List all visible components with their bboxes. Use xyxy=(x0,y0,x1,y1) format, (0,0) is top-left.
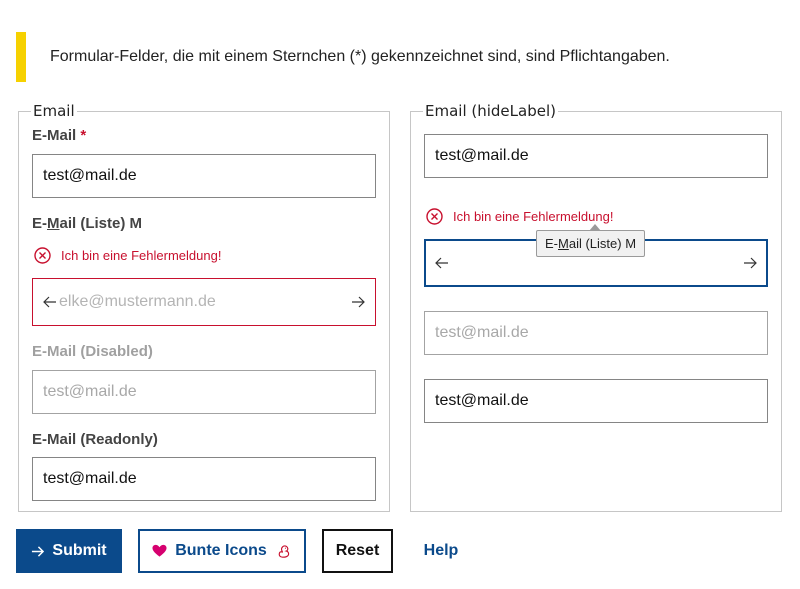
error-circle-icon xyxy=(426,208,443,225)
squirrel-icon xyxy=(278,544,289,558)
arrow-right-icon xyxy=(32,545,45,557)
email-disabled-label: E-Mail (Disabled) xyxy=(32,343,153,360)
email-disabled-input: test@mail.de xyxy=(32,370,376,414)
email-fieldset-legend: Email xyxy=(33,102,75,120)
email-list-error: Ich bin eine Fehlermeldung! xyxy=(34,247,221,264)
shortcut-key: M xyxy=(625,236,637,251)
notice-text: Formular-Felder, die mit einem Sternchen… xyxy=(50,48,670,65)
email-hidelabel-disabled-input: test@mail.de xyxy=(424,311,768,355)
email-hidelabel-legend: Email (hideLabel) xyxy=(425,102,556,120)
email-hidelabel-error: Ich bin eine Fehlermeldung! xyxy=(426,208,613,225)
reset-button[interactable]: Reset xyxy=(322,529,393,573)
arrow-right-icon[interactable] xyxy=(351,295,365,309)
arrow-left-icon[interactable] xyxy=(435,256,449,270)
arrow-right-icon[interactable] xyxy=(743,256,757,270)
email-readonly-input[interactable]: test@mail.de xyxy=(32,457,376,501)
required-asterisk: * xyxy=(80,127,87,144)
required-fields-notice: Formular-Felder, die mit einem Sternchen… xyxy=(16,32,776,82)
heart-icon xyxy=(152,544,167,557)
help-link[interactable]: Help xyxy=(410,529,472,573)
notice-accent-bar xyxy=(16,32,26,82)
arrow-left-icon[interactable] xyxy=(43,295,57,309)
submit-button[interactable]: Submit xyxy=(16,529,122,573)
email-list-input[interactable]: elke@mustermann.de xyxy=(32,278,376,326)
email-list-placeholder: elke@mustermann.de xyxy=(59,293,216,310)
colorful-icons-button[interactable]: Bunte Icons xyxy=(138,529,306,573)
error-circle-icon xyxy=(34,247,51,264)
label-tooltip: E-Mail (Liste) M xyxy=(536,224,646,257)
email-list-label: E-Mail (Liste) M xyxy=(32,215,143,232)
shortcut-key: M xyxy=(129,215,143,232)
email-readonly-label: E-Mail (Readonly) xyxy=(32,431,158,448)
email-label: E-Mail * xyxy=(32,127,87,144)
email-hidelabel-input[interactable]: test@mail.de xyxy=(424,134,768,178)
email-hidelabel-readonly-input[interactable]: test@mail.de xyxy=(424,379,768,423)
email-input[interactable]: test@mail.de xyxy=(32,154,376,198)
